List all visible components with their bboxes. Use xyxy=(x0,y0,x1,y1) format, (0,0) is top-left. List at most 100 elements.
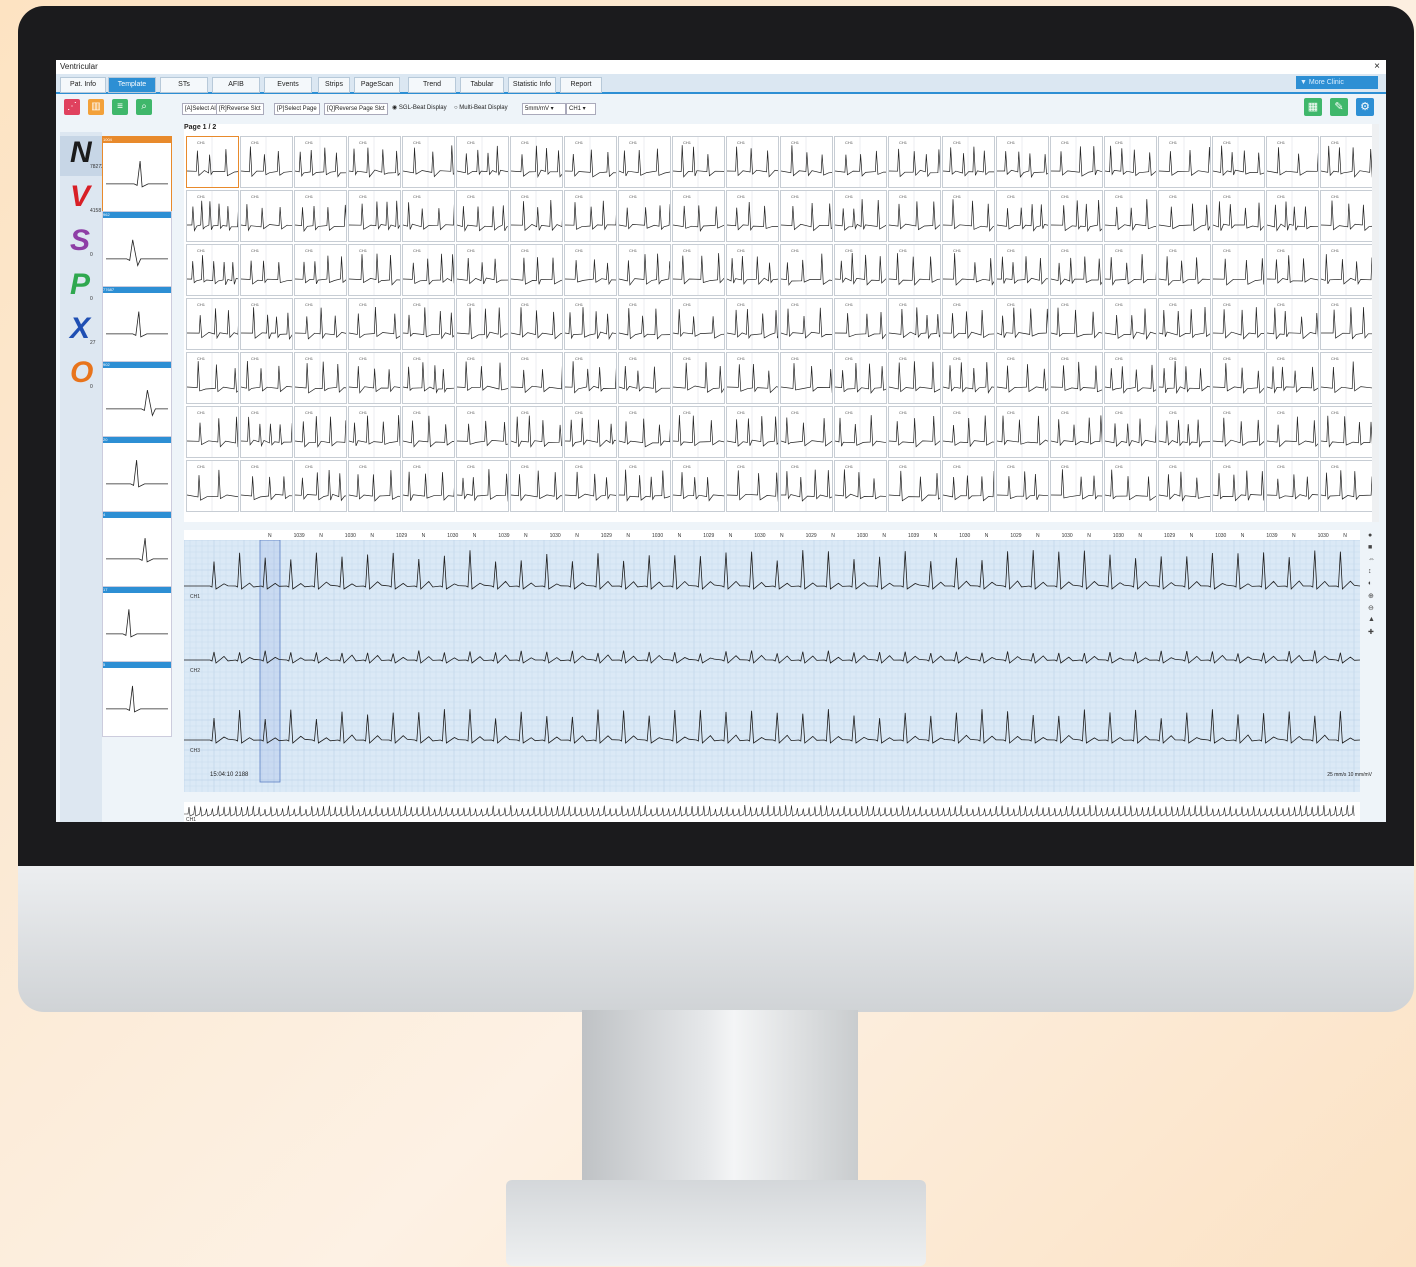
beat-cell[interactable]: CH1 xyxy=(780,352,833,404)
beat-cell[interactable]: CH1 xyxy=(402,244,455,296)
beat-cell[interactable]: CH1 xyxy=(834,460,887,512)
beat-cell[interactable]: CH1 xyxy=(996,136,1049,188)
beat-cell[interactable]: CH1 xyxy=(1320,406,1373,458)
beat-cell[interactable]: CH1 xyxy=(672,136,725,188)
toolbar-button-3[interactable]: [P]Select Page xyxy=(274,103,320,115)
beat-cell[interactable]: CH1 xyxy=(456,460,509,512)
beat-cell[interactable]: CH1 xyxy=(510,406,563,458)
beat-cell[interactable]: CH1 xyxy=(780,190,833,242)
beat-cell[interactable]: CH1 xyxy=(348,298,401,350)
beat-cell[interactable]: CH1 xyxy=(888,136,941,188)
overview-strip[interactable]: CH1 xyxy=(184,802,1360,822)
beat-cell[interactable]: CH1 xyxy=(186,406,239,458)
beat-cell[interactable]: CH1 xyxy=(834,190,887,242)
beat-cell[interactable]: CH1 xyxy=(1158,406,1211,458)
bar-chart-icon[interactable]: ▥ xyxy=(88,99,104,115)
beat-cell[interactable]: CH1 xyxy=(672,298,725,350)
beat-cell[interactable]: CH1 xyxy=(1104,352,1157,404)
beat-cell[interactable]: CH1 xyxy=(672,190,725,242)
beat-cell[interactable]: CH1 xyxy=(780,460,833,512)
template-thumb[interactable]: 962 xyxy=(102,211,172,287)
beat-cell[interactable]: CH1 xyxy=(1266,406,1319,458)
list-icon[interactable]: ≡ xyxy=(112,99,128,115)
beat-cell[interactable]: CH1 xyxy=(564,190,617,242)
beat-cell[interactable]: CH1 xyxy=(1104,244,1157,296)
beat-cell[interactable]: CH1 xyxy=(1212,352,1265,404)
beat-cell[interactable]: CH1 xyxy=(564,406,617,458)
beat-cell[interactable]: CH1 xyxy=(834,298,887,350)
beat-cell[interactable]: CH1 xyxy=(942,460,995,512)
beat-cell[interactable]: CH1 xyxy=(186,136,239,188)
beat-cell[interactable]: CH1 xyxy=(240,406,293,458)
beat-cell[interactable]: CH1 xyxy=(672,460,725,512)
beat-cell[interactable]: CH1 xyxy=(618,190,671,242)
beat-cell[interactable]: CH1 xyxy=(294,298,347,350)
beat-cell[interactable]: CH1 xyxy=(240,136,293,188)
edit-icon[interactable]: ✎ xyxy=(1330,98,1348,116)
category-s[interactable]: S0 xyxy=(60,224,102,264)
beat-cell[interactable]: CH1 xyxy=(1158,190,1211,242)
beat-cell[interactable]: CH1 xyxy=(186,352,239,404)
beat-cell[interactable]: CH1 xyxy=(618,244,671,296)
beat-cell[interactable]: CH1 xyxy=(996,298,1049,350)
beat-cell[interactable]: CH1 xyxy=(618,352,671,404)
beat-cell[interactable]: CH1 xyxy=(1050,190,1103,242)
beat-cell[interactable]: CH1 xyxy=(942,298,995,350)
beat-cell[interactable]: CH1 xyxy=(456,406,509,458)
beat-cell[interactable]: CH1 xyxy=(1266,190,1319,242)
beat-cell[interactable]: CH1 xyxy=(402,460,455,512)
strip-tool-icon[interactable]: ▲ xyxy=(1368,616,1375,623)
grid-scrollbar[interactable] xyxy=(1372,124,1379,522)
beat-cell[interactable]: CH1 xyxy=(726,136,779,188)
beat-cell[interactable]: CH1 xyxy=(1104,460,1157,512)
strip-tool-icon[interactable]: ● xyxy=(1368,532,1372,539)
beat-cell[interactable]: CH1 xyxy=(294,190,347,242)
beat-cell[interactable]: CH1 xyxy=(456,298,509,350)
beat-cell[interactable]: CH1 xyxy=(456,190,509,242)
tab-sts[interactable]: STs xyxy=(160,77,208,93)
beat-cell[interactable]: CH1 xyxy=(996,460,1049,512)
strip-tool-icon[interactable]: ⇔ xyxy=(1368,556,1375,563)
beat-cell[interactable]: CH1 xyxy=(1050,352,1103,404)
beat-cell[interactable]: CH1 xyxy=(1266,136,1319,188)
beat-cell[interactable]: CH1 xyxy=(1050,406,1103,458)
beat-cell[interactable]: CH1 xyxy=(1320,352,1373,404)
beat-cell[interactable]: CH1 xyxy=(510,244,563,296)
template-thumb[interactable]: 77687 xyxy=(102,286,172,362)
channel-select[interactable]: CH1 ▾ xyxy=(566,103,596,115)
beat-cell[interactable]: CH1 xyxy=(294,352,347,404)
beat-cell[interactable]: CH1 xyxy=(888,460,941,512)
beat-cell[interactable]: CH1 xyxy=(564,352,617,404)
settings-icon[interactable]: ⚙ xyxy=(1356,98,1374,116)
close-icon[interactable]: × xyxy=(1374,61,1380,72)
beat-cell[interactable]: CH1 xyxy=(942,406,995,458)
beat-cell[interactable]: CH1 xyxy=(834,244,887,296)
category-n[interactable]: N 78272 xyxy=(60,136,104,176)
beat-cell[interactable]: CH1 xyxy=(1320,136,1373,188)
beat-cell[interactable]: CH1 xyxy=(240,190,293,242)
strip-tool-icon[interactable]: ✚ xyxy=(1368,628,1374,636)
toolbar-button-2[interactable]: [R]Reverse Slct xyxy=(216,103,264,115)
beat-cell[interactable]: CH1 xyxy=(1266,298,1319,350)
beat-cell[interactable]: CH1 xyxy=(510,352,563,404)
beat-cell[interactable]: CH1 xyxy=(294,406,347,458)
beat-cell[interactable]: CH1 xyxy=(294,136,347,188)
beat-cell[interactable]: CH1 xyxy=(1320,190,1373,242)
beat-cell[interactable]: CH1 xyxy=(780,244,833,296)
beat-cell[interactable]: CH1 xyxy=(888,406,941,458)
beat-cell[interactable]: CH1 xyxy=(348,406,401,458)
beat-cell[interactable]: CH1 xyxy=(1266,352,1319,404)
category-x[interactable]: X 27 xyxy=(60,312,102,352)
beat-cell[interactable]: CH1 xyxy=(1320,298,1373,350)
beat-cell[interactable]: CH1 xyxy=(726,298,779,350)
strip-tool-icon[interactable]: ⊖ xyxy=(1368,604,1374,612)
beat-cell[interactable]: CH1 xyxy=(456,244,509,296)
beat-cell[interactable]: CH1 xyxy=(186,244,239,296)
tab-strips[interactable]: Strips xyxy=(318,77,350,93)
beat-cell[interactable]: CH1 xyxy=(240,244,293,296)
beat-cell[interactable]: CH1 xyxy=(1050,136,1103,188)
beat-cell[interactable]: CH1 xyxy=(618,460,671,512)
beat-cell[interactable]: CH1 xyxy=(456,352,509,404)
beat-cell[interactable]: CH1 xyxy=(1158,244,1211,296)
beat-cell[interactable]: CH1 xyxy=(240,352,293,404)
